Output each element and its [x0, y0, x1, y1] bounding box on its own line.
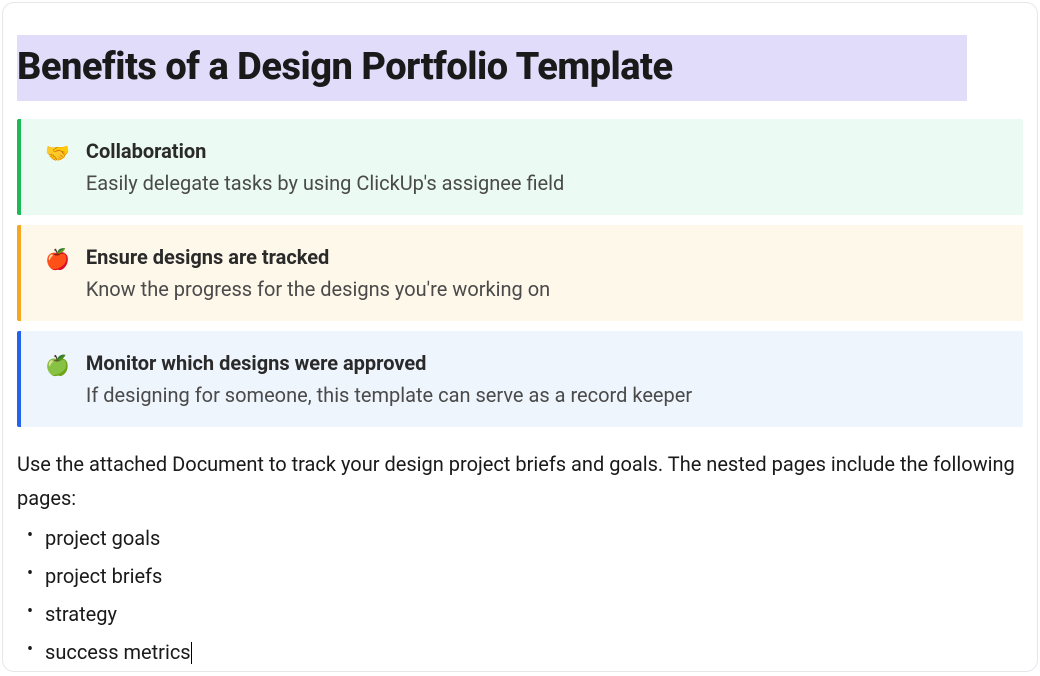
callout-content: Collaboration Easily delegate tasks by u…: [86, 139, 1005, 195]
list-item[interactable]: strategy: [45, 595, 1023, 633]
callout-title: Monitor which designs were approved: [86, 351, 1005, 375]
bullet-list[interactable]: project goals project briefs strategy su…: [17, 519, 1023, 671]
intro-paragraph[interactable]: Use the attached Document to track your …: [17, 447, 1023, 515]
red-apple-icon: 🍎: [45, 245, 70, 273]
callout-title: Collaboration: [86, 139, 1005, 163]
callout-body: Know the progress for the designs you're…: [86, 277, 1005, 301]
handshake-icon: 🤝: [45, 139, 70, 167]
callout-content: Monitor which designs were approved If d…: [86, 351, 1005, 407]
callout-body: Easily delegate tasks by using ClickUp's…: [86, 171, 1005, 195]
text-cursor: [191, 642, 192, 664]
list-item[interactable]: project goals: [45, 519, 1023, 557]
page-title[interactable]: Benefits of a Design Portfolio Template: [17, 45, 967, 91]
green-apple-icon: 🍏: [45, 351, 70, 379]
heading-highlight: Benefits of a Design Portfolio Template: [17, 35, 967, 101]
callout-body: If designing for someone, this template …: [86, 383, 1005, 407]
callout-content: Ensure designs are tracked Know the prog…: [86, 245, 1005, 301]
callout-tracking[interactable]: 🍎 Ensure designs are tracked Know the pr…: [17, 225, 1023, 321]
callout-collaboration[interactable]: 🤝 Collaboration Easily delegate tasks by…: [17, 119, 1023, 215]
list-item-text: success metrics: [45, 640, 191, 664]
callout-title: Ensure designs are tracked: [86, 245, 1005, 269]
list-item[interactable]: project briefs: [45, 557, 1023, 595]
list-item[interactable]: success metrics: [45, 633, 1023, 671]
document-page: Benefits of a Design Portfolio Template …: [2, 2, 1038, 672]
callout-approved[interactable]: 🍏 Monitor which designs were approved If…: [17, 331, 1023, 427]
